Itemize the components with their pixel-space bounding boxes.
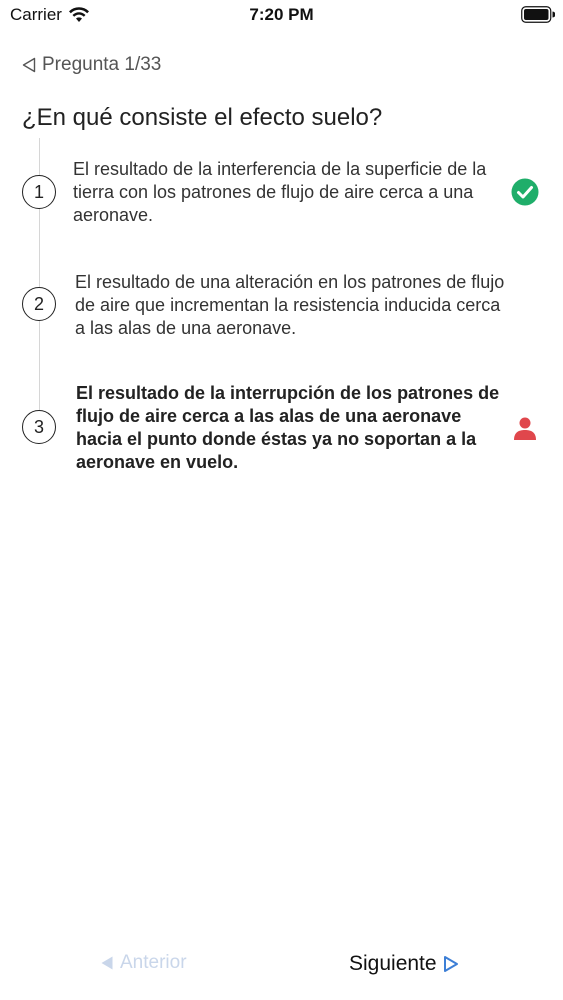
status-bar: Carrier 7:20 PM bbox=[0, 0, 563, 30]
back-triangle-icon bbox=[22, 57, 36, 73]
question-counter: Pregunta 1/33 bbox=[42, 54, 162, 75]
user-icon bbox=[514, 417, 536, 440]
next-label: Siguiente bbox=[349, 952, 437, 975]
answer-option-2[interactable]: 2 El resultado de una alteración en los … bbox=[0, 268, 563, 348]
battery-icon bbox=[521, 6, 555, 23]
option-number: 3 bbox=[33, 416, 44, 437]
next-button[interactable]: Siguiente bbox=[349, 952, 459, 976]
answer-option-3[interactable]: 3 El resultado de la interrupción de los… bbox=[0, 381, 563, 481]
answer-option-1[interactable]: 1 El resultado de la interferencia de la… bbox=[0, 156, 563, 236]
option-number-badge: 1 bbox=[22, 175, 56, 209]
back-button[interactable]: Pregunta 1/33 bbox=[22, 54, 161, 76]
question-text: ¿En qué consiste el efecto suelo? bbox=[22, 104, 383, 131]
option-number: 2 bbox=[33, 293, 44, 314]
prev-triangle-icon bbox=[101, 956, 113, 970]
option-number-badge: 3 bbox=[22, 410, 56, 444]
previous-button[interactable]: Anterior bbox=[100, 952, 187, 974]
option-number-badge: 2 bbox=[22, 287, 56, 321]
check-circle-icon bbox=[511, 178, 539, 206]
clock: 7:20 PM bbox=[249, 5, 314, 24]
option-text: El resultado de la interferencia de la s… bbox=[73, 159, 487, 225]
option-number: 1 bbox=[33, 181, 44, 202]
previous-label: Anterior bbox=[120, 952, 187, 973]
next-triangle-icon bbox=[443, 956, 458, 972]
option-text: El resultado de la interrupción de los p… bbox=[76, 383, 500, 472]
quiz-screen: Carrier 7:20 PM Pregunta 1/33 ¿En qué co… bbox=[0, 0, 563, 1000]
option-text: El resultado de una alteración en los pa… bbox=[75, 272, 505, 338]
